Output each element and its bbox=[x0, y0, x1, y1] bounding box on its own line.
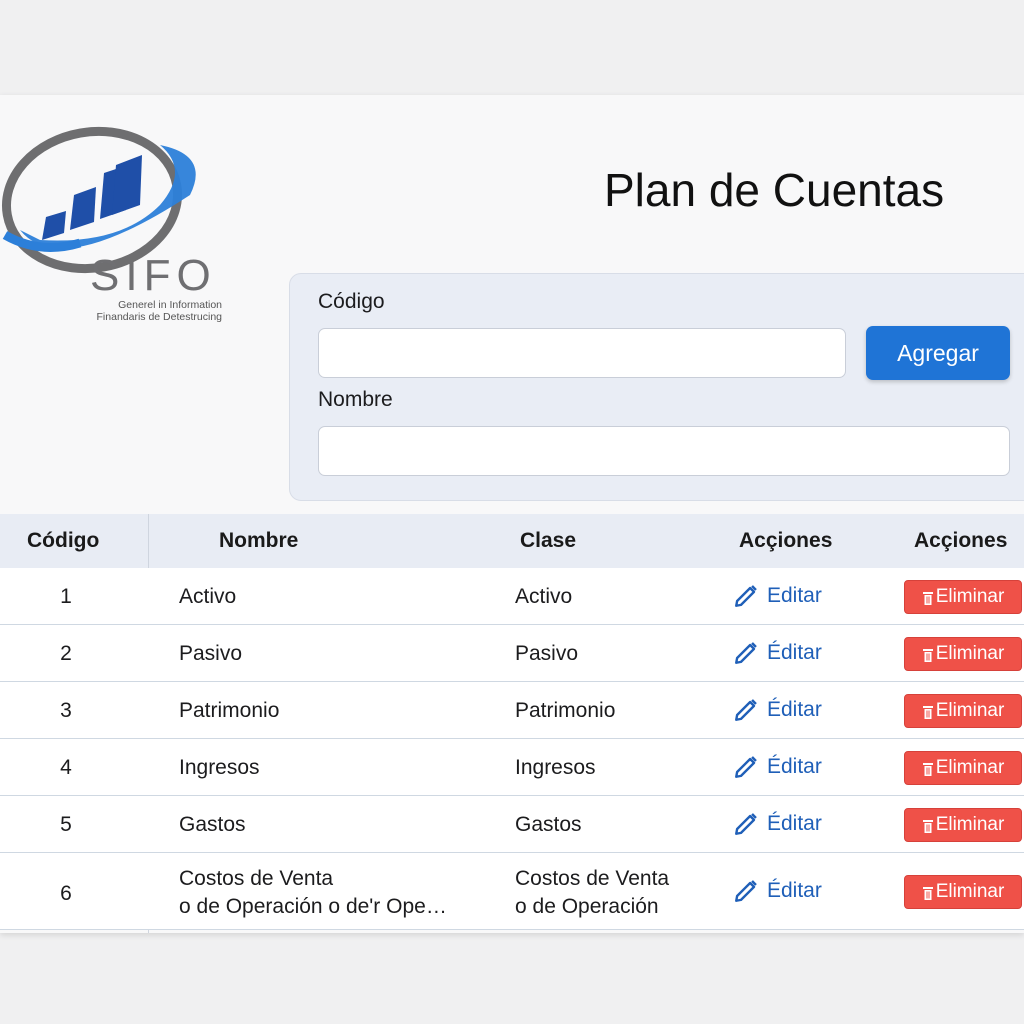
sifo-logo: SIFO Generel in Information Finandaris d… bbox=[0, 115, 240, 323]
edit-label: Éditar bbox=[767, 812, 822, 835]
delete-label: Eliminar bbox=[935, 881, 1005, 902]
delete-label: Eliminar bbox=[935, 643, 1005, 664]
table-row: 3 Patrimonio Patrimonio Éditar Eliminar bbox=[0, 682, 1024, 739]
cell-class: Ingresos bbox=[515, 756, 596, 780]
edit-button[interactable]: Éditar bbox=[733, 811, 822, 837]
edit-label: Éditar bbox=[767, 641, 822, 664]
cell-class-line2: o de Operación bbox=[515, 895, 659, 918]
cell-class: Pasivo bbox=[515, 642, 578, 666]
cell-class-line1: Costos de Venta bbox=[515, 867, 670, 890]
delete-button[interactable]: Eliminar bbox=[904, 637, 1022, 671]
cell-class-line1: Patrimonio bbox=[515, 699, 616, 722]
table-row: 2 Pasivo Pasivo Éditar Eliminar bbox=[0, 625, 1024, 682]
edit-label: Éditar bbox=[767, 879, 822, 902]
edit-button[interactable]: Éditar bbox=[733, 697, 822, 723]
cell-name-line2: o de Operación o de'r Ope… bbox=[179, 895, 447, 918]
cell-name: Gastos bbox=[179, 813, 246, 837]
cell-code: 4 bbox=[60, 756, 72, 779]
edit-button[interactable]: Editar bbox=[733, 583, 822, 609]
cell-name-line1: Pasivo bbox=[179, 642, 243, 665]
cell-code: 5 bbox=[60, 813, 72, 836]
edit-label: Éditar bbox=[767, 755, 822, 778]
trash-icon bbox=[922, 590, 934, 605]
account-form: Código Agregar Nombre bbox=[289, 273, 1024, 501]
logo-subtitle-line2: Finandaris de Detestrucing bbox=[96, 311, 222, 323]
pencil-icon bbox=[735, 699, 757, 721]
table-body: 1 Activo Activo Editar Eliminar 2 Pasivo… bbox=[0, 568, 1024, 930]
pencil-icon bbox=[735, 585, 757, 607]
delete-button[interactable]: Eliminar bbox=[904, 808, 1022, 842]
cell-name-line1: Patrimonio bbox=[179, 699, 280, 722]
cell-class-line1: Ingresos bbox=[515, 756, 596, 779]
delete-button[interactable]: Eliminar bbox=[904, 580, 1022, 614]
delete-label: Eliminar bbox=[935, 757, 1005, 778]
add-button[interactable]: Agregar bbox=[866, 326, 1010, 380]
app-window: SIFO Generel in Information Finandaris d… bbox=[0, 95, 1024, 933]
delete-button[interactable]: Eliminar bbox=[904, 694, 1022, 728]
cell-code: 2 bbox=[60, 642, 72, 665]
cell-name: Patrimonio bbox=[179, 699, 279, 723]
column-header-actions-edit: Acçiones bbox=[739, 529, 833, 552]
cell-name: Activo bbox=[179, 585, 236, 609]
logo-subtitle-line1: Generel in Information bbox=[118, 299, 222, 311]
edit-button[interactable]: Éditar bbox=[733, 640, 822, 666]
column-header-name[interactable]: Nombre bbox=[219, 514, 298, 568]
code-input[interactable] bbox=[318, 328, 846, 378]
edit-label: Éditar bbox=[767, 698, 822, 721]
cell-class: Activo bbox=[515, 585, 572, 609]
logo-wordmark: SIFO bbox=[90, 251, 217, 300]
cell-class: Patrimonio bbox=[515, 699, 615, 723]
table-header: Código Nombre Clase Acçiones Acçiones bbox=[0, 514, 1024, 568]
pencil-icon bbox=[735, 756, 757, 778]
table-row: 6 Costos de Venta o de Operación o de'r … bbox=[0, 853, 1024, 930]
edit-button[interactable]: Éditar bbox=[733, 754, 822, 780]
page-title: Plan de Cuentas bbox=[604, 164, 945, 216]
cell-name-line1: Costos de Venta bbox=[179, 867, 334, 890]
cell-name: Costos de Venta o de Operación o de'r Op… bbox=[179, 865, 447, 921]
pencil-icon bbox=[735, 880, 757, 902]
trash-icon bbox=[922, 647, 934, 662]
cell-name-line1: Gastos bbox=[179, 813, 246, 836]
table-row: 4 Ingresos Ingresos Éditar Eliminar bbox=[0, 739, 1024, 796]
cell-class-line1: Pasivo bbox=[515, 642, 579, 665]
logo-subtitle: Generel in Information Finandaris de Det… bbox=[62, 299, 222, 323]
delete-label: Eliminar bbox=[935, 586, 1005, 607]
table-row: 5 Gastos Gastos Éditar Eliminar bbox=[0, 796, 1024, 853]
code-label: Código bbox=[318, 290, 385, 313]
cell-name: Ingresos bbox=[179, 756, 260, 780]
edit-label: Editar bbox=[767, 584, 822, 607]
trash-icon bbox=[922, 818, 934, 833]
trash-icon bbox=[922, 885, 934, 900]
trash-icon bbox=[922, 761, 934, 776]
cell-code: 6 bbox=[60, 882, 72, 905]
table-row: 1 Activo Activo Editar Eliminar bbox=[0, 568, 1024, 625]
cell-code: 3 bbox=[60, 699, 72, 722]
delete-button[interactable]: Eliminar bbox=[904, 751, 1022, 785]
delete-button[interactable]: Eliminar bbox=[904, 875, 1022, 909]
cell-class: Gastos bbox=[515, 813, 582, 837]
cell-class: Costos de Venta o de Operación bbox=[515, 865, 669, 921]
column-header-class[interactable]: Clase bbox=[520, 514, 576, 568]
name-input[interactable] bbox=[318, 426, 1010, 476]
cell-class-line1: Activo bbox=[515, 585, 573, 608]
edit-button[interactable]: Éditar bbox=[733, 878, 822, 904]
trash-icon bbox=[922, 704, 934, 719]
pencil-icon bbox=[735, 813, 757, 835]
cell-name: Pasivo bbox=[179, 642, 242, 666]
column-header-code[interactable]: Código bbox=[27, 514, 99, 568]
delete-label: Eliminar bbox=[935, 700, 1005, 721]
pencil-icon bbox=[735, 642, 757, 664]
cell-class-line1: Gastos bbox=[515, 813, 582, 836]
name-label: Nombre bbox=[318, 388, 393, 411]
column-header-actions-delete: Acçiones bbox=[914, 529, 1008, 552]
cell-code: 1 bbox=[60, 585, 72, 608]
delete-label: Eliminar bbox=[935, 814, 1005, 835]
cell-name-line1: Activo bbox=[179, 585, 237, 608]
cell-name-line1: Ingresos bbox=[179, 756, 260, 779]
